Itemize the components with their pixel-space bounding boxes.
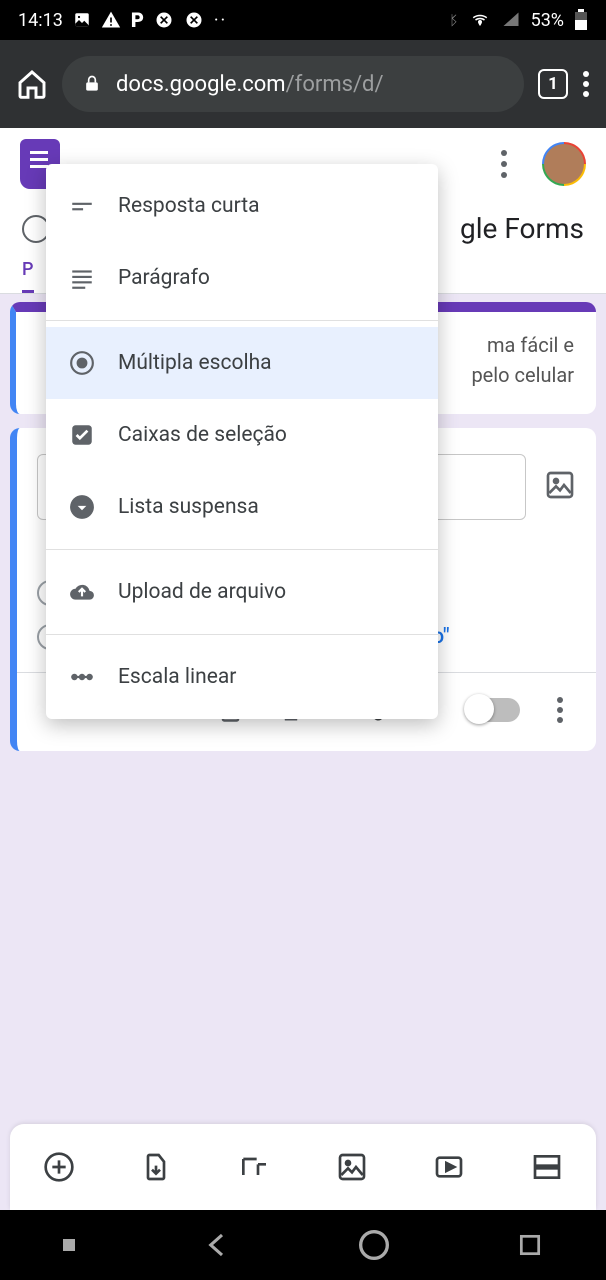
cloud-upload-icon xyxy=(68,578,96,606)
chrome-menu-icon[interactable] xyxy=(582,70,590,98)
address-bar[interactable]: docs.google.com/forms/d/ xyxy=(62,56,524,112)
question-type-dropdown: Resposta curta Parágrafo Múltipla escolh… xyxy=(46,164,438,719)
forms-more-button[interactable] xyxy=(492,150,516,178)
radio-icon xyxy=(68,349,96,377)
form-title-fragment: gle Forms xyxy=(460,212,584,245)
warning-icon xyxy=(101,10,121,30)
tab-switcher[interactable]: 1 xyxy=(538,69,568,99)
avast-icon-2 xyxy=(184,10,204,30)
question-more-button[interactable] xyxy=(548,697,572,723)
linear-scale-icon xyxy=(68,663,96,691)
bluetooth-icon xyxy=(445,10,459,30)
android-nav-bar xyxy=(0,1210,606,1280)
status-time: 14:13 xyxy=(18,10,63,31)
battery-percent: 53% xyxy=(531,10,564,31)
wifi-icon xyxy=(469,11,491,29)
required-toggle[interactable] xyxy=(466,698,520,722)
paragraph-icon xyxy=(68,264,96,292)
tab-questions[interactable]: P xyxy=(22,259,34,293)
dd-dropdown[interactable]: Lista suspensa xyxy=(46,471,438,543)
back-button[interactable] xyxy=(202,1230,232,1260)
nav-indicator xyxy=(63,1239,75,1251)
dd-multiple-choice[interactable]: Múltipla escolha xyxy=(46,327,438,399)
checkbox-icon xyxy=(68,421,96,449)
dd-short-answer[interactable]: Resposta curta xyxy=(46,170,438,242)
android-status-bar: 14:13 P ·· 53% xyxy=(0,0,606,40)
add-image-icon[interactable] xyxy=(336,1151,368,1183)
url-host: docs.google.com xyxy=(116,72,286,97)
avast-icon-1 xyxy=(154,10,174,30)
dd-file-upload[interactable]: Upload de arquivo xyxy=(46,556,438,628)
dd-paragraph[interactable]: Parágrafo xyxy=(46,242,438,314)
dd-checkboxes[interactable]: Caixas de seleção xyxy=(46,399,438,471)
account-avatar[interactable] xyxy=(542,142,586,186)
signal-icon xyxy=(501,11,521,29)
more-notif-icon: ·· xyxy=(214,10,227,31)
home-icon[interactable] xyxy=(16,68,48,100)
image-notif-icon xyxy=(73,11,91,29)
p-icon: P xyxy=(131,8,144,32)
battery-icon xyxy=(574,9,588,31)
dd-linear-scale[interactable]: Escala linear xyxy=(46,641,438,713)
dropdown-icon xyxy=(68,493,96,521)
add-video-icon[interactable] xyxy=(433,1151,465,1183)
recent-apps-button[interactable] xyxy=(517,1232,543,1258)
desc-line1: ma fácil e xyxy=(487,333,574,357)
add-section-icon[interactable] xyxy=(531,1151,563,1183)
add-title-icon[interactable] xyxy=(238,1151,270,1183)
editor-bottom-toolbar xyxy=(10,1124,596,1210)
url-path: /forms/d/ xyxy=(286,72,384,97)
lock-icon xyxy=(82,74,102,94)
page-content: gle Forms P ma fácil e pelo celular o Op… xyxy=(0,128,606,1210)
chrome-toolbar: docs.google.com/forms/d/ 1 xyxy=(0,40,606,128)
short-answer-icon xyxy=(68,192,96,220)
home-button[interactable] xyxy=(358,1229,390,1261)
import-questions-icon[interactable] xyxy=(140,1151,172,1183)
desc-line2: pelo celular xyxy=(471,363,574,387)
add-image-button[interactable] xyxy=(544,469,576,505)
add-question-icon[interactable] xyxy=(43,1151,75,1183)
